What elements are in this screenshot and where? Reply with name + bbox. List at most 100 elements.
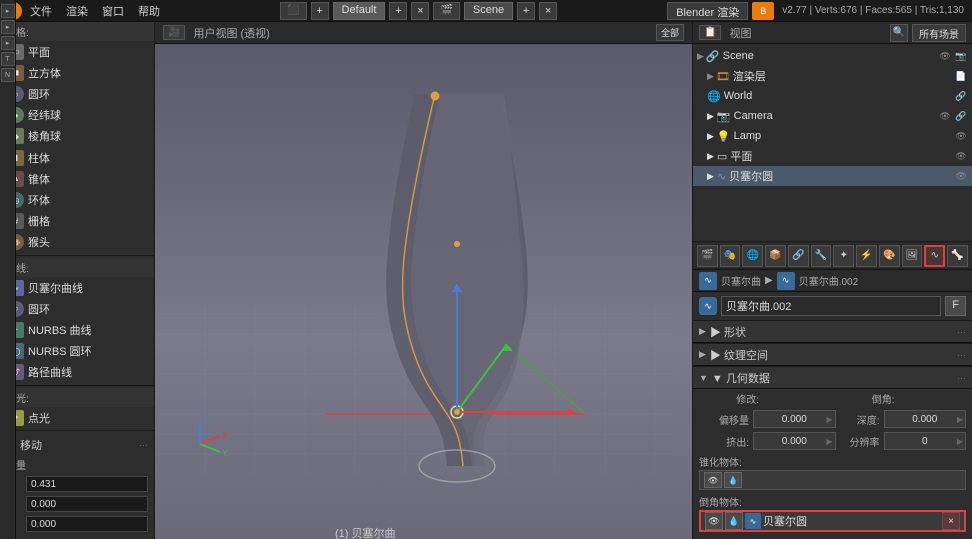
viewport[interactable]: 🎥 用户视图 (透视) 全部 <box>155 22 692 539</box>
taper-dropper[interactable]: 💧 <box>724 472 742 488</box>
prop-btn-data[interactable]: ∿ <box>924 245 945 267</box>
eye-icon-scene[interactable]: 👁 <box>938 49 952 63</box>
strip-btn-1[interactable]: ▸ <box>1 4 15 18</box>
tool-icosphere[interactable]: ◆ 棱角球 <box>0 126 154 147</box>
prop-btn-material[interactable]: 🎨 <box>879 245 900 267</box>
coord-z-row: Z: 0.000 <box>6 515 148 533</box>
editor-type-scene[interactable]: 🎬 <box>433 2 459 20</box>
taper-object-row: 锥化物体: 👁 💧 <box>693 452 972 492</box>
menu-help[interactable]: 帮助 <box>132 1 166 21</box>
cam-restrict[interactable]: 🔗 <box>954 109 968 123</box>
prop-btn-physics[interactable]: ⚡ <box>856 245 877 267</box>
outliner-item-world[interactable]: 🌐 World 🔗 <box>693 86 972 106</box>
outliner-item-scene[interactable]: ▶ 🔗 Scene 👁 📷 <box>693 46 972 66</box>
tool-point-lamp[interactable]: ✦ 点光 <box>0 407 154 428</box>
strip-btn-5[interactable]: N <box>1 68 15 82</box>
resolution-field[interactable]: 0 ▶ <box>884 432 967 450</box>
strip-btn-3[interactable]: ▸ <box>1 36 15 50</box>
prop-btn-constraints[interactable]: 🔗 <box>788 245 809 267</box>
extrude-field[interactable]: 0.000 ▶ <box>753 432 836 450</box>
eye-icon-bezier[interactable]: 👁 <box>954 169 968 183</box>
depth-field[interactable]: 0.000 ▶ <box>884 410 967 428</box>
taper-field[interactable]: 👁 💧 <box>699 470 966 490</box>
tool-nurbs-circle[interactable]: ◯ NURBS 圆环 <box>0 341 154 362</box>
prop-btn-scene[interactable]: 🎭 <box>720 245 741 267</box>
tool-bezier[interactable]: ∿ 贝塞尔曲线 <box>0 277 154 298</box>
editor-type-3dview[interactable]: ⬛ <box>280 2 306 20</box>
tool-cube[interactable]: ◼ 立方体 <box>0 62 154 83</box>
breadcrumb-item-2[interactable]: 贝塞尔曲.002 <box>799 273 858 288</box>
bevel-eye-btn[interactable]: 👁 <box>705 512 723 530</box>
object-name-input[interactable] <box>721 296 941 316</box>
bevel-remove-btn[interactable]: × <box>942 512 960 530</box>
menu-window[interactable]: 窗口 <box>96 1 130 21</box>
prop-btn-particles[interactable]: ✦ <box>833 245 854 267</box>
tool-circle[interactable]: ○ 圆环 <box>0 83 154 104</box>
prop-btn-object[interactable]: 📦 <box>765 245 786 267</box>
geometry-section-title[interactable]: ▼ ▼ 几何数据 ··· <box>693 367 972 389</box>
eye-icon-cam[interactable]: 👁 <box>938 109 952 123</box>
tool-grid[interactable]: # 栅格 <box>0 211 154 232</box>
x-value[interactable]: 0.431 <box>26 476 148 492</box>
blender-icon: B <box>752 2 774 20</box>
outliner-item-plane[interactable]: ▶ ▭ 平面 👁 <box>693 146 972 166</box>
prop-btn-texture[interactable]: 🖼 <box>902 245 923 267</box>
tool-cone[interactable]: ▲ 锥体 <box>0 168 154 189</box>
shape-section-title[interactable]: ▶ ▶ 形状 ··· <box>693 321 972 343</box>
tool-cylinder[interactable]: ▮ 柱体 <box>0 147 154 168</box>
tool-uvsphere[interactable]: ● 经纬球 <box>0 105 154 126</box>
prop-btn-render[interactable]: 🎬 <box>697 245 718 267</box>
tool-path[interactable]: ⤴ 路径曲线 <box>0 362 154 383</box>
menu-file[interactable]: 文件 <box>24 1 58 21</box>
add-tab-btn-1[interactable]: + <box>389 2 407 20</box>
world-link-icon[interactable]: 🔗 <box>954 89 968 103</box>
bevel-dropper-btn[interactable]: 💧 <box>725 512 743 530</box>
eye-icon-plane[interactable]: 👁 <box>954 149 968 163</box>
outliner-item-renderlayer[interactable]: ▶ 🎞 渲染层 📄 <box>693 66 972 86</box>
tool-curve-circle[interactable]: ○ 圆环 <box>0 298 154 319</box>
outliner-item-lamp[interactable]: ▶ 💡 Lamp 👁 <box>693 126 972 146</box>
all-scenes-btn[interactable]: 所有场景 <box>912 24 966 42</box>
tab-default[interactable]: Default <box>333 2 386 20</box>
strip-btn-4[interactable]: T <box>1 52 15 66</box>
close-tab-btn-2[interactable]: × <box>539 2 557 20</box>
tool-nurbs[interactable]: ~ NURBS 曲线 <box>0 319 154 340</box>
strip-btn-2[interactable]: ▸ <box>1 20 15 34</box>
tool-plane[interactable]: ▭ 平面 <box>0 41 154 62</box>
viewport-canvas[interactable]: X Y Z (1) 贝塞尔曲 <box>155 44 692 539</box>
z-value[interactable]: 0.000 <box>26 516 148 532</box>
outliner-search-btn[interactable]: 🔍 <box>890 24 908 42</box>
taper-eye[interactable]: 👁 <box>704 472 722 488</box>
close-tab-btn-1[interactable]: × <box>411 2 429 20</box>
outliner-header: 📋 视图 🔍 所有场景 <box>693 22 972 44</box>
breadcrumb-icon-1[interactable]: ∿ <box>699 272 717 290</box>
renderlayer-icon[interactable]: 📄 <box>954 69 968 83</box>
prop-btn-bone[interactable]: 🦴 <box>947 245 968 267</box>
move-section: ▼ 移动 ··· 矢量 X: 0.431 Y: 0.000 Z: 0.000 <box>0 433 154 539</box>
render-engine-selector[interactable]: Blender 渲染 <box>667 2 748 20</box>
cam-icon-scene[interactable]: 📷 <box>954 49 968 63</box>
outliner-item-camera[interactable]: ▶ 📷 Camera 👁 🔗 <box>693 106 972 126</box>
add-tab-btn-2[interactable]: + <box>517 2 535 20</box>
view-all-btn[interactable]: 全部 <box>656 24 684 41</box>
tex-title-text: ▶ 纹理空间 <box>710 347 768 363</box>
texture-space-title[interactable]: ▶ ▶ 纹理空间 ··· <box>693 344 972 366</box>
offset-field[interactable]: 0.000 ▶ <box>753 410 836 428</box>
add-area-btn[interactable]: + <box>311 2 329 20</box>
tool-monkey[interactable]: 🐵 猴头 <box>0 232 154 253</box>
breadcrumb-item-1[interactable]: 贝塞尔曲 <box>721 273 761 288</box>
prop-btn-world[interactable]: 🌐 <box>742 245 763 267</box>
bevel-object-field[interactable]: 👁 💧 ∿ 贝塞尔圆 × <box>699 510 966 532</box>
eye-icon-lamp[interactable]: 👁 <box>954 129 968 143</box>
tab-scene[interactable]: Scene <box>464 2 513 20</box>
right-panel: 📋 视图 🔍 所有场景 ▶ 🔗 Scene 👁 📷 <box>692 22 972 539</box>
outliner-editor-type[interactable]: 📋 <box>699 25 721 40</box>
prop-btn-modifier[interactable]: 🔧 <box>811 245 832 267</box>
tool-torus[interactable]: ◎ 环体 <box>0 189 154 210</box>
fake-user-btn[interactable]: F <box>945 296 966 316</box>
outliner-item-bezier[interactable]: ▶ ∿ 贝塞尔圆 👁 <box>693 166 972 186</box>
shape-title-text: ▶ 形状 <box>710 324 746 340</box>
viewport-editor-type[interactable]: 🎥 <box>163 25 185 40</box>
menu-render[interactable]: 渲染 <box>60 1 94 21</box>
y-value[interactable]: 0.000 <box>26 496 148 512</box>
